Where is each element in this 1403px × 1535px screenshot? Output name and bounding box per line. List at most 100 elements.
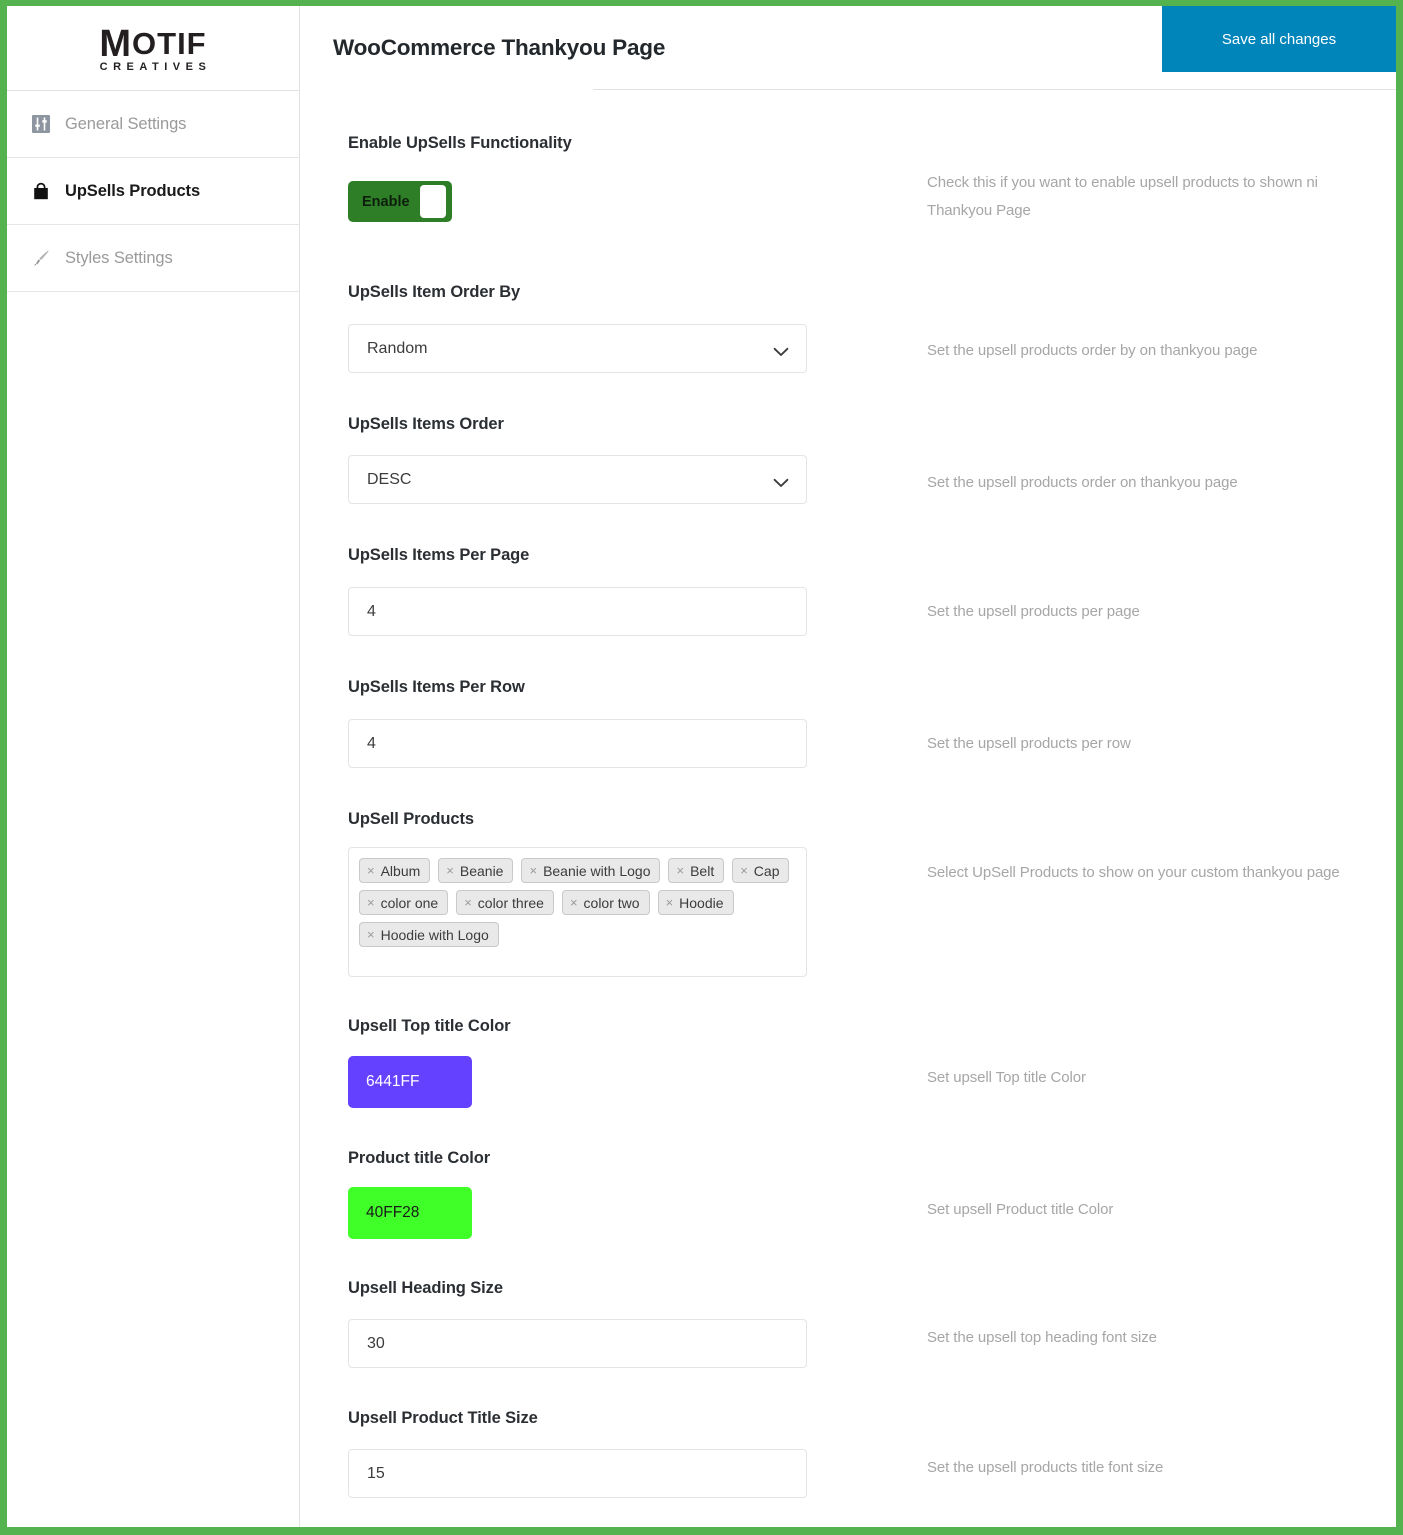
remove-tag-icon[interactable]: × [367, 928, 375, 941]
enable-upsells-toggle[interactable]: Enable [348, 181, 452, 222]
sidebar-item-upsells-products[interactable]: UpSells Products [7, 158, 299, 225]
remove-tag-icon[interactable]: × [740, 864, 748, 877]
upsell-products-multiselect[interactable]: × Album × Beanie × Beanie with Logo × Belt × Cap ×… [348, 847, 807, 977]
toggle-label: Enable [362, 193, 410, 210]
brand-logo: MOTIF CREATIVES [7, 6, 300, 90]
field-enable-upsells: Enable UpSells Functionality Enable Chec… [300, 133, 1396, 225]
tag-label: color two [583, 894, 640, 911]
tag-label: Beanie with Logo [543, 862, 651, 879]
tag-label: Hoodie with Logo [380, 926, 489, 943]
sidebar-nav: General Settings UpSells Products Styles… [7, 90, 300, 1527]
tag-label: Beanie [459, 862, 504, 879]
logo-initial: M [99, 23, 133, 65]
field-product-title-size: Upsell Product Title Size Set the upsell… [300, 1408, 1396, 1498]
upsell-product-tag[interactable]: × Beanie [438, 858, 514, 883]
upsell-product-tag[interactable]: × Belt [668, 858, 725, 883]
tag-label: Album [380, 862, 421, 879]
tag-label: color three [477, 894, 544, 911]
tag-label: Belt [690, 862, 715, 879]
remove-tag-icon[interactable]: × [676, 864, 684, 877]
upsell-top-title-color-picker[interactable]: 6441FF [348, 1056, 472, 1108]
field-description-col: Set the upsell products title font size [867, 1408, 1396, 1482]
header-divider [593, 89, 1396, 90]
upsell-product-tag[interactable]: × Album [359, 858, 431, 883]
body: General Settings UpSells Products Styles… [7, 90, 1396, 1527]
upsell-product-tag[interactable]: × Beanie with Logo [521, 858, 661, 883]
field-label: UpSell Products [348, 810, 474, 828]
field-description-col: Set the upsell products per row [867, 677, 1396, 758]
field-description: Set upsell Product title Color [927, 1201, 1114, 1218]
field-description-col: Set the upsell products order by on than… [867, 282, 1396, 365]
sliders-icon [30, 113, 52, 135]
field-description-col: Set the upsell products per page [867, 545, 1396, 626]
field-label: Product title Color [348, 1149, 491, 1167]
logo-rest: OTIF [132, 26, 207, 61]
top-bar: MOTIF CREATIVES WooCommerce Thankyou Pag… [7, 6, 1396, 90]
upsell-product-tag[interactable]: × Cap [732, 858, 790, 883]
tag-label: color one [380, 894, 439, 911]
field-description-col: Check this if you want to enable upsell … [867, 133, 1396, 225]
field-description-col: Select UpSell Products to show on your c… [867, 809, 1396, 887]
field-control-col: Product title Color 40FF28 [300, 1148, 867, 1239]
items-order-select[interactable]: DESC [348, 455, 807, 504]
field-order-by: UpSells Item Order By Random Set the ups… [300, 282, 1396, 373]
sidebar-item-styles-settings[interactable]: Styles Settings [7, 225, 299, 292]
page-title: WooCommerce Thankyou Page [333, 35, 666, 60]
field-description: Set the upsell top heading font size [927, 1329, 1157, 1346]
upsell-product-title-size-input[interactable] [348, 1449, 807, 1498]
order-by-select-wrap: Random [348, 324, 807, 373]
field-label: UpSells Items Per Row [348, 678, 525, 696]
field-control-col: UpSells Item Order By Random [300, 282, 867, 373]
field-description-col: Set the upsell top heading font size [867, 1278, 1396, 1352]
items-per-page-input[interactable] [348, 587, 807, 636]
upsell-product-tag[interactable]: × color one [359, 890, 449, 915]
remove-tag-icon[interactable]: × [570, 896, 578, 909]
sidebar-item-label: General Settings [65, 114, 187, 133]
field-product-title-color: Product title Color 40FF28 Set upsell Pr… [300, 1148, 1396, 1239]
settings-form: Enable UpSells Functionality Enable Chec… [300, 90, 1396, 1527]
field-description: Check this if you want to enable upsell … [927, 174, 1318, 219]
remove-tag-icon[interactable]: × [367, 896, 375, 909]
tag-label: Hoodie [679, 894, 724, 911]
remove-tag-icon[interactable]: × [529, 864, 537, 877]
field-label: UpSells Items Order [348, 415, 504, 433]
paintbrush-icon [30, 247, 52, 269]
toggle-knob[interactable] [420, 185, 446, 218]
upsell-product-tag[interactable]: × Hoodie with Logo [359, 922, 499, 947]
items-order-select-wrap: DESC [348, 455, 807, 504]
field-heading-size: Upsell Heading Size Set the upsell top h… [300, 1278, 1396, 1368]
field-label: UpSells Items Per Page [348, 546, 530, 564]
upsell-product-tag[interactable]: × color three [456, 890, 554, 915]
upsell-product-tag[interactable]: × Hoodie [657, 890, 734, 915]
field-items-per-row: UpSells Items Per Row Set the upsell pro… [300, 677, 1396, 768]
remove-tag-icon[interactable]: × [367, 864, 375, 877]
logo-wordmark: MOTIF [99, 25, 207, 63]
product-title-color-picker[interactable]: 40FF28 [348, 1187, 472, 1239]
field-items-per-page: UpSells Items Per Page Set the upsell pr… [300, 545, 1396, 636]
field-description: Set upsell Top title Color [927, 1069, 1086, 1086]
remove-tag-icon[interactable]: × [464, 896, 472, 909]
upsell-heading-size-input[interactable] [348, 1319, 807, 1368]
header-title-area: WooCommerce Thankyou Page Save all chang… [300, 6, 1396, 90]
field-control-col: UpSells Items Per Page [300, 545, 867, 636]
items-per-row-input[interactable] [348, 719, 807, 768]
sidebar-item-label: Styles Settings [65, 248, 173, 267]
field-control-col: UpSell Products × Album × Beanie × Beanie wit… [300, 809, 867, 977]
plugin-settings-page: MOTIF CREATIVES WooCommerce Thankyou Pag… [0, 0, 1403, 1535]
field-label: Enable UpSells Functionality [348, 134, 572, 152]
field-label: Upsell Product Title Size [348, 1409, 538, 1427]
order-by-select[interactable]: Random [348, 324, 807, 373]
save-all-changes-button[interactable]: Save all changes [1162, 6, 1396, 72]
remove-tag-icon[interactable]: × [666, 896, 674, 909]
remove-tag-icon[interactable]: × [446, 864, 454, 877]
field-label: Upsell Top title Color [348, 1017, 511, 1035]
upsell-product-tag[interactable]: × color two [561, 890, 650, 915]
field-control-col: Upsell Top title Color 6441FF [300, 1016, 867, 1108]
field-label: Upsell Heading Size [348, 1279, 503, 1297]
field-items-order: UpSells Items Order DESC Set the upsell … [300, 414, 1396, 504]
field-control-col: Enable UpSells Functionality Enable [300, 133, 867, 222]
field-description-col: Set upsell Top title Color [867, 1016, 1396, 1092]
field-control-col: UpSells Items Per Row [300, 677, 867, 768]
sidebar-item-general-settings[interactable]: General Settings [7, 91, 299, 158]
field-description: Select UpSell Products to show on your c… [927, 864, 1340, 881]
